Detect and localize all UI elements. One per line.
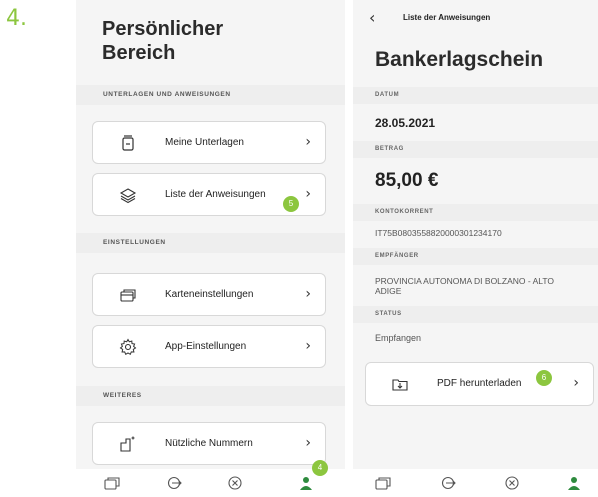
chevron-right-icon: › <box>305 134 311 150</box>
layers-icon <box>119 188 137 204</box>
tab-bar <box>76 469 345 497</box>
page-title: Bankerlagschein <box>375 48 544 71</box>
step-badge: 5 <box>283 196 299 212</box>
tab-bar <box>353 469 598 497</box>
section-label: WEITERES <box>103 392 142 399</box>
pdf-download-button[interactable]: PDF herunterladen 6 › <box>365 362 594 406</box>
menu-item-app-einstellungen[interactable]: App-Einstellungen › <box>92 325 326 368</box>
field-label-bar: STATUS <box>353 306 598 323</box>
menu-item-label: Meine Unterlagen <box>165 137 244 148</box>
recipient-value: PROVINCIA AUTONOMA DI BOLZANO - ALTO ADI… <box>375 276 555 296</box>
step-number: 4. <box>6 6 27 31</box>
menu-item-label: App-Einstellungen <box>165 341 247 352</box>
personal-area-screen: Persönlicher Bereich UNTERLAGEN UND ANWE… <box>76 0 345 497</box>
document-box-icon <box>122 135 134 151</box>
status-value: Empfangen <box>375 333 422 343</box>
close-circle-tab-icon[interactable] <box>227 475 243 491</box>
amount-value: 85,00 € <box>375 170 439 191</box>
field-label-bar: BETRAG <box>353 141 598 158</box>
cards-icon <box>120 289 136 302</box>
menu-item-nuetzliche-nummern[interactable]: Nützliche Nummern › <box>92 422 326 465</box>
field-label: STATUS <box>375 311 402 317</box>
pdf-download-label: PDF herunterladen <box>437 378 522 389</box>
close-circle-tab-icon[interactable] <box>504 475 520 491</box>
date-value: 28.05.2021 <box>375 116 436 130</box>
profile-tab-icon[interactable] <box>298 475 314 491</box>
section-label: UNTERLAGEN UND ANWEISUNGEN <box>103 91 231 98</box>
section-header: EINSTELLUNGEN <box>76 233 345 253</box>
menu-item-label: Liste der Anweisungen <box>165 189 266 200</box>
menu-item-meine-unterlagen[interactable]: Meine Unterlagen › <box>92 121 326 164</box>
chevron-right-icon: › <box>305 186 311 202</box>
chevron-right-icon: › <box>305 338 311 354</box>
menu-item-label: Nützliche Nummern <box>165 438 253 449</box>
profile-tab-icon[interactable] <box>566 475 582 491</box>
account-value: IT75B0803558820000301234170 <box>375 228 502 238</box>
section-label: EINSTELLUNGEN <box>103 239 166 246</box>
menu-item-label: Karteneinstellungen <box>165 289 254 300</box>
download-folder-icon <box>392 379 408 391</box>
field-label: EMPFÄNGER <box>375 253 419 259</box>
field-label-bar: EMPFÄNGER <box>353 248 598 265</box>
nav-title: Liste der Anweisungen <box>403 13 491 22</box>
menu-item-karteneinstellungen[interactable]: Karteneinstellungen › <box>92 273 326 316</box>
step-badge: 4 <box>312 460 328 476</box>
cards-tab-icon[interactable] <box>104 475 120 491</box>
phone-sparkle-icon <box>120 436 135 452</box>
gear-icon <box>119 338 137 356</box>
menu-item-liste-der-anweisungen[interactable]: Liste der Anweisungen 5 › <box>92 173 326 216</box>
field-label-bar: DATUM <box>353 87 598 104</box>
chevron-right-icon: › <box>305 286 311 302</box>
field-label: DATUM <box>375 92 400 98</box>
transfer-tab-icon[interactable] <box>167 475 183 491</box>
transfer-tab-icon[interactable] <box>441 475 457 491</box>
chevron-right-icon: › <box>305 435 311 451</box>
chevron-right-icon: › <box>573 375 579 391</box>
step-badge: 6 <box>536 370 552 386</box>
field-label: KONTOKORRENT <box>375 209 434 215</box>
section-header: UNTERLAGEN UND ANWEISUNGEN <box>76 85 345 105</box>
cards-tab-icon[interactable] <box>375 475 391 491</box>
page-title: Persönlicher Bereich <box>102 18 224 64</box>
field-label-bar: KONTOKORRENT <box>353 204 598 221</box>
section-header: WEITERES <box>76 386 345 406</box>
field-label: BETRAG <box>375 146 404 152</box>
back-chevron-icon[interactable]: ‹ <box>369 8 375 27</box>
transfer-detail-screen: ‹ Liste der Anweisungen Bankerlagschein … <box>353 0 598 497</box>
